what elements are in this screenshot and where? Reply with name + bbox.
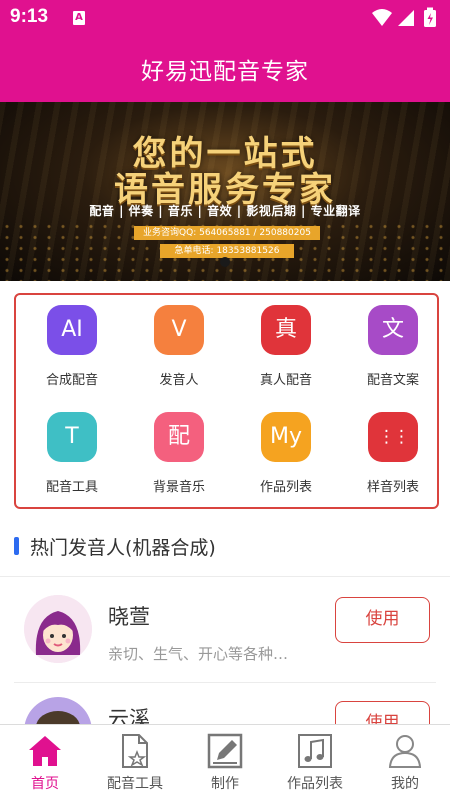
feature-samples[interactable]: ⋮⋮ 样音列表 bbox=[340, 404, 446, 504]
avatar bbox=[24, 595, 92, 663]
feature-tools[interactable]: T 配音工具 bbox=[19, 404, 125, 504]
edit-icon bbox=[207, 733, 243, 769]
tab-works[interactable]: 作品列表 bbox=[270, 725, 360, 800]
signal-icon bbox=[398, 10, 414, 26]
document-star-icon bbox=[122, 734, 148, 768]
banner-services: 配音 | 伴奏 | 音乐 | 音效 | 影视后期 | 专业翻译 bbox=[89, 204, 361, 218]
notification-badge-icon: A bbox=[73, 11, 85, 25]
ai-icon: AI bbox=[47, 305, 97, 355]
feature-label: 作品列表 bbox=[259, 480, 312, 495]
tab-profile[interactable]: 我的 bbox=[360, 725, 450, 800]
feature-bgm[interactable]: 配 背景音乐 bbox=[126, 404, 232, 504]
home-icon bbox=[29, 736, 61, 766]
samples-icon: ⋮⋮ bbox=[368, 412, 418, 462]
speaker-name: 晓萱 bbox=[108, 605, 150, 629]
works-icon: My bbox=[261, 412, 311, 462]
feature-label: 样音列表 bbox=[366, 480, 419, 495]
banner-qq: 业务咨询QQ: 564065881 / 250880205 bbox=[134, 226, 320, 240]
user-icon bbox=[388, 735, 422, 768]
feature-label: 配音工具 bbox=[45, 480, 98, 495]
use-button[interactable]: 使用 bbox=[335, 597, 430, 643]
tab-tools[interactable]: 配音工具 bbox=[90, 725, 180, 800]
page-title: 好易迅配音专家 bbox=[141, 59, 309, 85]
script-icon: 文 bbox=[368, 305, 418, 355]
feature-script[interactable]: 文 配音文案 bbox=[340, 297, 446, 397]
feature-synth-voice[interactable]: AI 合成配音 bbox=[19, 297, 125, 397]
bgm-icon: 配 bbox=[154, 412, 204, 462]
status-bar: 9:13 A bbox=[0, 0, 450, 36]
section-title: 热门发音人(机器合成) bbox=[30, 537, 216, 559]
real-voice-icon: 真 bbox=[261, 305, 311, 355]
list-item[interactable]: 晓萱 亲切、生气、开心等各种… 使用 bbox=[0, 577, 450, 683]
feature-label: 发音人 bbox=[159, 373, 199, 388]
tab-home[interactable]: 首页 bbox=[0, 725, 90, 800]
tab-make[interactable]: 制作 bbox=[180, 725, 270, 800]
feature-works[interactable]: My 作品列表 bbox=[233, 404, 339, 504]
feature-label: 合成配音 bbox=[45, 373, 98, 388]
tab-label: 首页 bbox=[31, 776, 59, 792]
feature-label: 配音文案 bbox=[366, 373, 419, 388]
tab-label: 配音工具 bbox=[107, 776, 163, 792]
speaker-description: 亲切、生气、开心等各种… bbox=[108, 645, 289, 663]
tab-label: 作品列表 bbox=[287, 776, 343, 792]
status-icons bbox=[372, 7, 436, 27]
banner-page-indicator[interactable] bbox=[220, 257, 230, 267]
music-note-icon bbox=[298, 734, 332, 768]
feature-real-voice[interactable]: 真 真人配音 bbox=[233, 297, 339, 397]
promo-banner[interactable]: 您的一站式 语音服务专家 配音 | 伴奏 | 音乐 | 音效 | 影视后期 | … bbox=[0, 102, 450, 281]
status-time: 9:13 bbox=[10, 6, 49, 27]
feature-grid: AI 合成配音 V 发音人 真 真人配音 文 配音文案 T 配音工具 配 背景音… bbox=[14, 293, 439, 509]
tool-icon: T bbox=[47, 412, 97, 462]
section-marker bbox=[14, 537, 19, 555]
bottom-tab-bar: 首页 配音工具 制作 作品列表 我的 bbox=[0, 724, 450, 800]
girl-avatar-icon bbox=[24, 595, 92, 663]
wifi-icon bbox=[372, 9, 392, 26]
tab-label: 制作 bbox=[211, 776, 239, 792]
tab-label: 我的 bbox=[391, 776, 419, 792]
feature-label: 背景音乐 bbox=[152, 480, 205, 495]
feature-label: 真人配音 bbox=[259, 373, 312, 388]
banner-phone: 急单电话: 18353881526 bbox=[160, 244, 294, 258]
feature-speakers[interactable]: V 发音人 bbox=[126, 297, 232, 397]
app-header: 好易迅配音专家 bbox=[0, 36, 450, 102]
voice-icon: V bbox=[154, 305, 204, 355]
